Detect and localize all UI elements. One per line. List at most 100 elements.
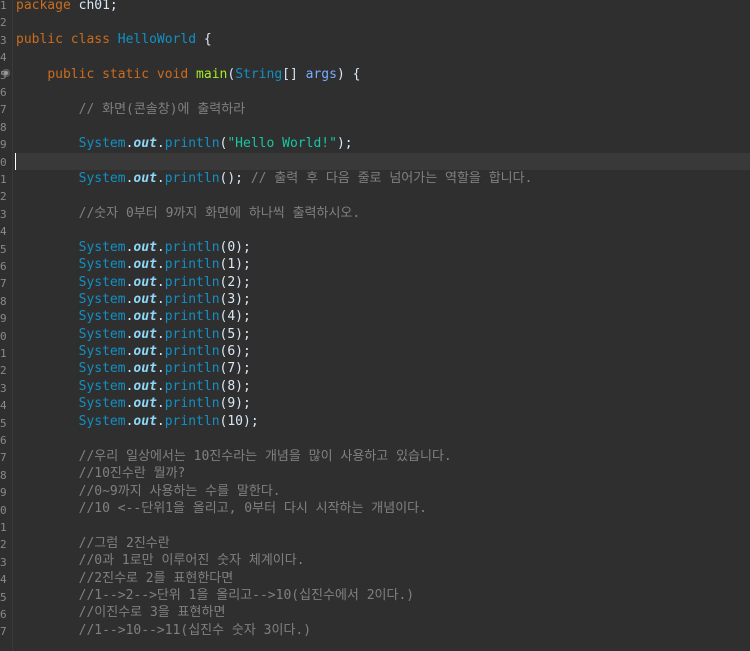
argument-token: (6); — [219, 344, 251, 359]
dot-token: . — [156, 136, 165, 151]
line-number: 0 — [0, 330, 7, 343]
keyword-token: class — [70, 32, 110, 47]
class-name-token: System — [78, 292, 126, 307]
comment-token: //그럼 2진수란 — [78, 536, 170, 551]
method-call-token: println — [164, 275, 220, 290]
code-area[interactable]: package ch01; public class HelloWorld { … — [15, 0, 750, 651]
class-name-token: System — [78, 171, 126, 186]
comment-token: //숫자 0부터 9까지 화면에 하나씩 출력하시오. — [78, 206, 361, 221]
code-line[interactable]: System.out.println(10); — [15, 413, 750, 430]
code-line[interactable]: //우리 일상에서는 10진수라는 개념을 많이 사용하고 있습니다. — [15, 448, 750, 465]
code-line[interactable]: public class HelloWorld { — [15, 31, 750, 48]
argument-token: (10); — [219, 414, 259, 429]
string-token: "Hello World!" — [227, 136, 337, 151]
keyword-token: static — [102, 67, 150, 82]
code-line[interactable]: //0과 1로만 이루어진 숫자 체계이다. — [15, 552, 750, 569]
code-line[interactable]: //10진수란 뭘까? — [15, 465, 750, 482]
argument-token: (7); — [219, 361, 251, 376]
field-token: out — [133, 257, 157, 272]
code-line[interactable]: System.out.println(6); — [15, 343, 750, 360]
paren-token: ) { — [336, 67, 361, 82]
line-number: 3 — [0, 208, 7, 221]
code-line[interactable]: System.out.println(); // 출력 후 다음 줄로 넘어가는… — [15, 170, 750, 187]
comment-token: //1-->10-->11(십진수 숫자 3이다.) — [78, 623, 312, 638]
paren-token: ( — [227, 67, 236, 82]
field-token: out — [133, 344, 157, 359]
comment-token: //10진수란 뭘까? — [78, 466, 186, 481]
dot-token: . — [156, 292, 165, 307]
dot-token: . — [156, 361, 165, 376]
code-line[interactable]: //그럼 2진수란 — [15, 535, 750, 552]
line-number: 7 — [0, 451, 7, 464]
class-name-token: System — [78, 379, 126, 394]
line-number: 9 — [0, 138, 7, 151]
argument-token: (4); — [219, 309, 251, 324]
field-token: out — [133, 240, 157, 255]
argument-token: (1); — [219, 257, 251, 272]
code-line[interactable]: //0~9까지 사용하는 수를 말한다. — [15, 483, 750, 500]
keyword-token: package — [16, 0, 71, 13]
current-line[interactable] — [15, 153, 750, 170]
line-number: 7 — [0, 277, 7, 290]
dot-token: . — [156, 344, 165, 359]
code-line[interactable]: System.out.println(5); — [15, 326, 750, 343]
code-line[interactable]: System.out.println("Hello World!"); — [15, 135, 750, 152]
line-number: 5 — [0, 69, 7, 82]
argument-token: (0); — [219, 240, 251, 255]
field-token: out — [133, 379, 157, 394]
class-name-token: HelloWorld — [117, 32, 197, 47]
argument-token: (5); — [219, 327, 251, 342]
dot-token: . — [156, 414, 165, 429]
class-name-token: System — [78, 309, 126, 324]
class-name-token: System — [78, 275, 126, 290]
code-line[interactable]: //이진수로 3을 표현하면 — [15, 604, 750, 621]
method-call-token: println — [164, 327, 220, 342]
code-line[interactable]: //1-->10-->11(십진수 숫자 3이다.) — [15, 622, 750, 639]
code-editor[interactable]: 1 2 3 4 5 6 7 8 9 0 1 2 3 4 5 6 7 8 9 0 1 2 3 4 5 6 7 8 9 0 1 2 3 4 5 6 7 pa… — [0, 0, 750, 651]
text-caret — [15, 153, 16, 170]
code-line[interactable]: System.out.println(8); — [15, 378, 750, 395]
param-token: args — [305, 67, 337, 82]
method-call-token: println — [164, 414, 220, 429]
code-line[interactable]: System.out.println(4); — [15, 308, 750, 325]
method-call-token: println — [164, 344, 220, 359]
field-token: out — [133, 361, 157, 376]
line-number: 5 — [0, 591, 7, 604]
method-call-token: println — [164, 396, 220, 411]
method-call-token: println — [164, 240, 220, 255]
brace-token: { — [196, 32, 212, 47]
code-line[interactable]: //10 <--단위1을 올리고, 0부터 다시 시작하는 개념이다. — [15, 500, 750, 517]
dot-token: . — [156, 396, 165, 411]
line-number: 6 — [0, 260, 7, 273]
code-line[interactable]: System.out.println(1); — [15, 256, 750, 273]
dot-token: . — [156, 275, 165, 290]
array-token: [] — [282, 67, 306, 82]
argument-token: (8); — [219, 379, 251, 394]
code-line[interactable]: //2진수로 2를 표현한다면 — [15, 570, 750, 587]
line-number: 0 — [0, 504, 7, 517]
field-token: out — [133, 396, 157, 411]
dot-token: . — [156, 309, 165, 324]
field-token: out — [133, 327, 157, 342]
dot-token: . — [156, 257, 165, 272]
comment-token: //10 <--단위1을 올리고, 0부터 다시 시작하는 개념이다. — [78, 501, 427, 516]
comment-token: // 출력 후 다음 줄로 넘어가는 역할을 합니다. — [243, 171, 533, 186]
line-number: 5 — [0, 243, 7, 256]
code-line[interactable]: package ch01; — [15, 0, 750, 14]
line-number: 7 — [0, 625, 7, 638]
code-line[interactable]: //1-->2-->단위 1을 올리고-->10(십진수에서 2이다.) — [15, 587, 750, 604]
code-line[interactable]: System.out.println(3); — [15, 291, 750, 308]
dot-token: . — [156, 171, 165, 186]
code-line[interactable]: System.out.println(7); — [15, 360, 750, 377]
method-call-token: println — [164, 309, 220, 324]
class-name-token: System — [78, 136, 126, 151]
code-line[interactable]: public static void main(String[] args) { — [15, 66, 750, 83]
code-line[interactable]: // 화면(콘솔창)에 출력하라 — [15, 101, 750, 118]
code-line[interactable]: //숫자 0부터 9까지 화면에 하나씩 출력하시오. — [15, 205, 750, 222]
code-line[interactable]: System.out.println(9); — [15, 395, 750, 412]
code-line[interactable]: System.out.println(2); — [15, 274, 750, 291]
field-token: out — [133, 136, 157, 151]
line-number: 4 — [0, 573, 7, 586]
code-line[interactable]: System.out.println(0); — [15, 239, 750, 256]
class-name-token: System — [78, 327, 126, 342]
